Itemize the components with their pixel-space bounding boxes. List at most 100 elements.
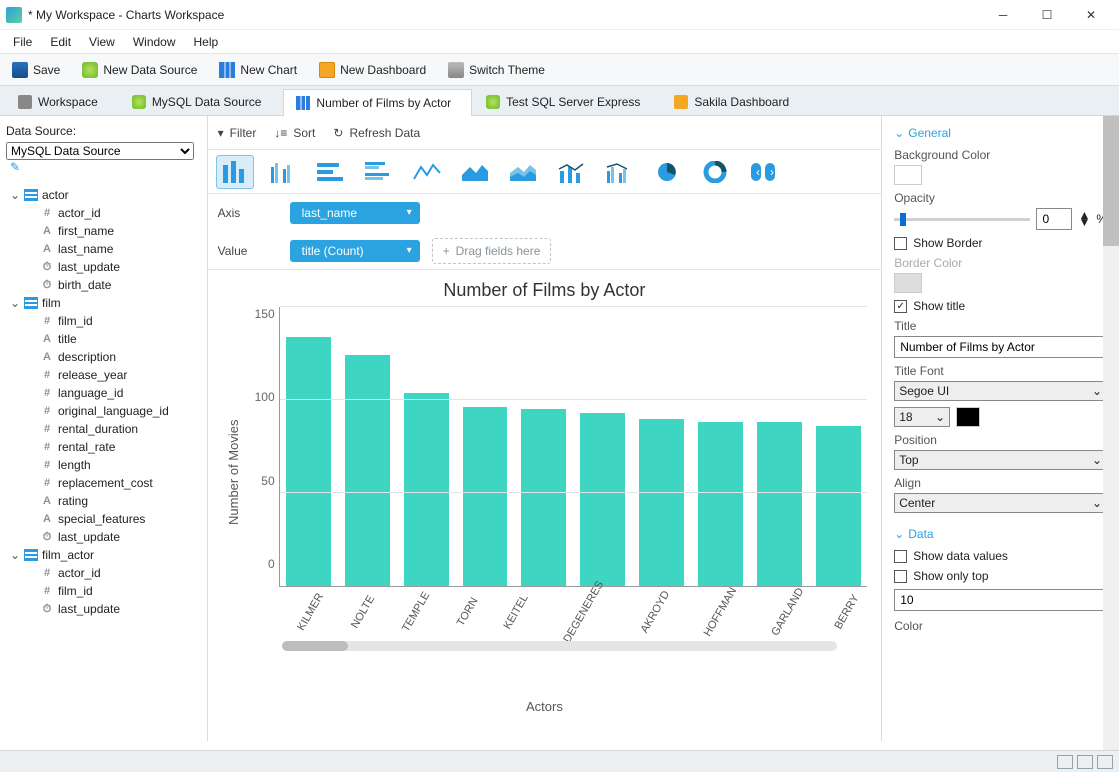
bar[interactable] <box>816 426 861 586</box>
bar[interactable] <box>521 409 566 586</box>
filter-button[interactable]: ▾Filter <box>218 126 257 140</box>
column-type-icon: # <box>40 405 54 417</box>
bar[interactable] <box>345 355 390 586</box>
opacity-slider[interactable]: ▲▼ % <box>894 208 1107 230</box>
chart-type-donut[interactable] <box>696 155 734 189</box>
show-border-checkbox[interactable]: Show Border <box>894 236 1107 250</box>
tree-column[interactable]: Alast_name <box>6 240 201 258</box>
show-data-values-checkbox[interactable]: Show data values <box>894 549 1107 563</box>
value-field-pill[interactable]: title (Count) <box>290 240 420 262</box>
tab-workspace[interactable]: Workspace <box>6 89 118 115</box>
tree-table-film[interactable]: ⌄film <box>6 294 201 312</box>
tree-column[interactable]: ⏱last_update <box>6 600 201 618</box>
title-size-select[interactable]: 18⌄ <box>894 407 950 427</box>
chart-type-hbar[interactable] <box>312 155 350 189</box>
bar[interactable] <box>698 422 743 586</box>
tree-column[interactable]: Arating <box>6 492 201 510</box>
maximize-button[interactable]: ☐ <box>1025 1 1069 29</box>
drag-fields-dropzone[interactable]: +Drag fields here <box>432 238 552 264</box>
tree-column[interactable]: #release_year <box>6 366 201 384</box>
tree-column[interactable]: ⏱last_update <box>6 258 201 276</box>
layout-icon-2[interactable] <box>1077 755 1093 769</box>
show-title-checkbox[interactable]: ✓Show title <box>894 299 1107 313</box>
tab-number-of-films[interactable]: Number of Films by Actor <box>283 89 472 116</box>
tree-column[interactable]: #length <box>6 456 201 474</box>
tab-test-sql-server[interactable]: Test SQL Server Express <box>474 89 660 115</box>
chart-type-hbar-grouped[interactable] <box>360 155 398 189</box>
edit-data-source-icon[interactable]: ✎ <box>10 160 26 176</box>
bar[interactable] <box>463 407 508 586</box>
tree-column[interactable]: #actor_id <box>6 564 201 582</box>
chart-type-pie[interactable] <box>648 155 686 189</box>
menu-edit[interactable]: Edit <box>41 32 80 52</box>
chevron-down-icon: ⌄ <box>10 296 20 310</box>
close-button[interactable]: ✕ <box>1069 1 1113 29</box>
tab-mysql-data-source[interactable]: MySQL Data Source <box>120 89 282 115</box>
tree-column[interactable]: #film_id <box>6 582 201 600</box>
color-label: Color <box>894 619 1107 633</box>
bar[interactable] <box>404 393 449 586</box>
tree-column[interactable]: #replacement_cost <box>6 474 201 492</box>
tree-column[interactable]: #rental_rate <box>6 438 201 456</box>
minimize-button[interactable]: ─ <box>981 1 1025 29</box>
tree-column[interactable]: #original_language_id <box>6 402 201 420</box>
opacity-stepper[interactable]: ▲▼ <box>1078 212 1090 226</box>
top-n-input[interactable] <box>894 589 1107 611</box>
chart-type-line[interactable] <box>408 155 446 189</box>
tree-column[interactable]: #rental_duration <box>6 420 201 438</box>
save-button[interactable]: Save <box>4 59 68 81</box>
section-general[interactable]: ⌄General <box>894 126 1107 140</box>
tree-column[interactable]: Adescription <box>6 348 201 366</box>
section-data[interactable]: ⌄Data <box>894 527 1107 541</box>
bgcolor-swatch[interactable] <box>894 165 922 185</box>
chart-type-combo-grouped[interactable] <box>600 155 638 189</box>
menu-file[interactable]: File <box>4 32 41 52</box>
new-chart-button[interactable]: New Chart <box>211 59 305 81</box>
tree-table-actor[interactable]: ⌄actor <box>6 186 201 204</box>
switch-theme-button[interactable]: Switch Theme <box>440 59 553 81</box>
tree-column[interactable]: ⏱last_update <box>6 528 201 546</box>
layout-icon-3[interactable] <box>1097 755 1113 769</box>
refresh-button[interactable]: ↻Refresh Data <box>333 126 420 140</box>
chart-type-column-grouped[interactable] <box>264 155 302 189</box>
chart-type-gauge[interactable]: ‹› <box>744 155 782 189</box>
position-label: Position <box>894 433 1107 447</box>
column-type-icon: # <box>40 459 54 471</box>
tab-sakila-dashboard[interactable]: Sakila Dashboard <box>662 89 809 115</box>
show-only-top-checkbox[interactable]: Show only top <box>894 569 1107 583</box>
bar[interactable] <box>757 422 802 586</box>
tree-column[interactable]: Aspecial_features <box>6 510 201 528</box>
data-source-select[interactable]: MySQL Data Source <box>6 142 194 160</box>
chart-horiz-scrollbar[interactable] <box>282 641 838 651</box>
bar[interactable] <box>286 337 331 586</box>
tree-column[interactable]: ⏱birth_date <box>6 276 201 294</box>
bar[interactable] <box>639 419 684 586</box>
tree-column[interactable]: #film_id <box>6 312 201 330</box>
chart-type-area-stacked[interactable] <box>504 155 542 189</box>
tree-table-film_actor[interactable]: ⌄film_actor <box>6 546 201 564</box>
menu-window[interactable]: Window <box>124 32 185 52</box>
new-dashboard-button[interactable]: New Dashboard <box>311 59 434 81</box>
bar[interactable] <box>580 413 625 586</box>
chart-type-combo[interactable] <box>552 155 590 189</box>
title-input[interactable] <box>894 336 1107 358</box>
sort-button[interactable]: ↓≡Sort <box>274 126 315 140</box>
tree-column[interactable]: Atitle <box>6 330 201 348</box>
align-select[interactable]: Center⌄ <box>894 493 1107 513</box>
new-data-source-button[interactable]: New Data Source <box>74 59 205 81</box>
title-color-swatch[interactable] <box>956 407 980 427</box>
chart-type-bar[interactable] <box>216 155 254 189</box>
tree-column[interactable]: Afirst_name <box>6 222 201 240</box>
title-font-select[interactable]: Segoe UI⌄ <box>894 381 1107 401</box>
tree-column[interactable]: #language_id <box>6 384 201 402</box>
tree-column[interactable]: #actor_id <box>6 204 201 222</box>
menu-help[interactable]: Help <box>185 32 228 52</box>
opacity-input[interactable] <box>1036 208 1072 230</box>
main-vertical-scrollbar[interactable] <box>1103 116 1119 750</box>
axis-field-pill[interactable]: last_name <box>290 202 420 224</box>
x-label: AKROYD <box>639 589 673 635</box>
menu-view[interactable]: View <box>80 32 124 52</box>
chart-type-area[interactable] <box>456 155 494 189</box>
position-select[interactable]: Top⌄ <box>894 450 1107 470</box>
layout-icon-1[interactable] <box>1057 755 1073 769</box>
